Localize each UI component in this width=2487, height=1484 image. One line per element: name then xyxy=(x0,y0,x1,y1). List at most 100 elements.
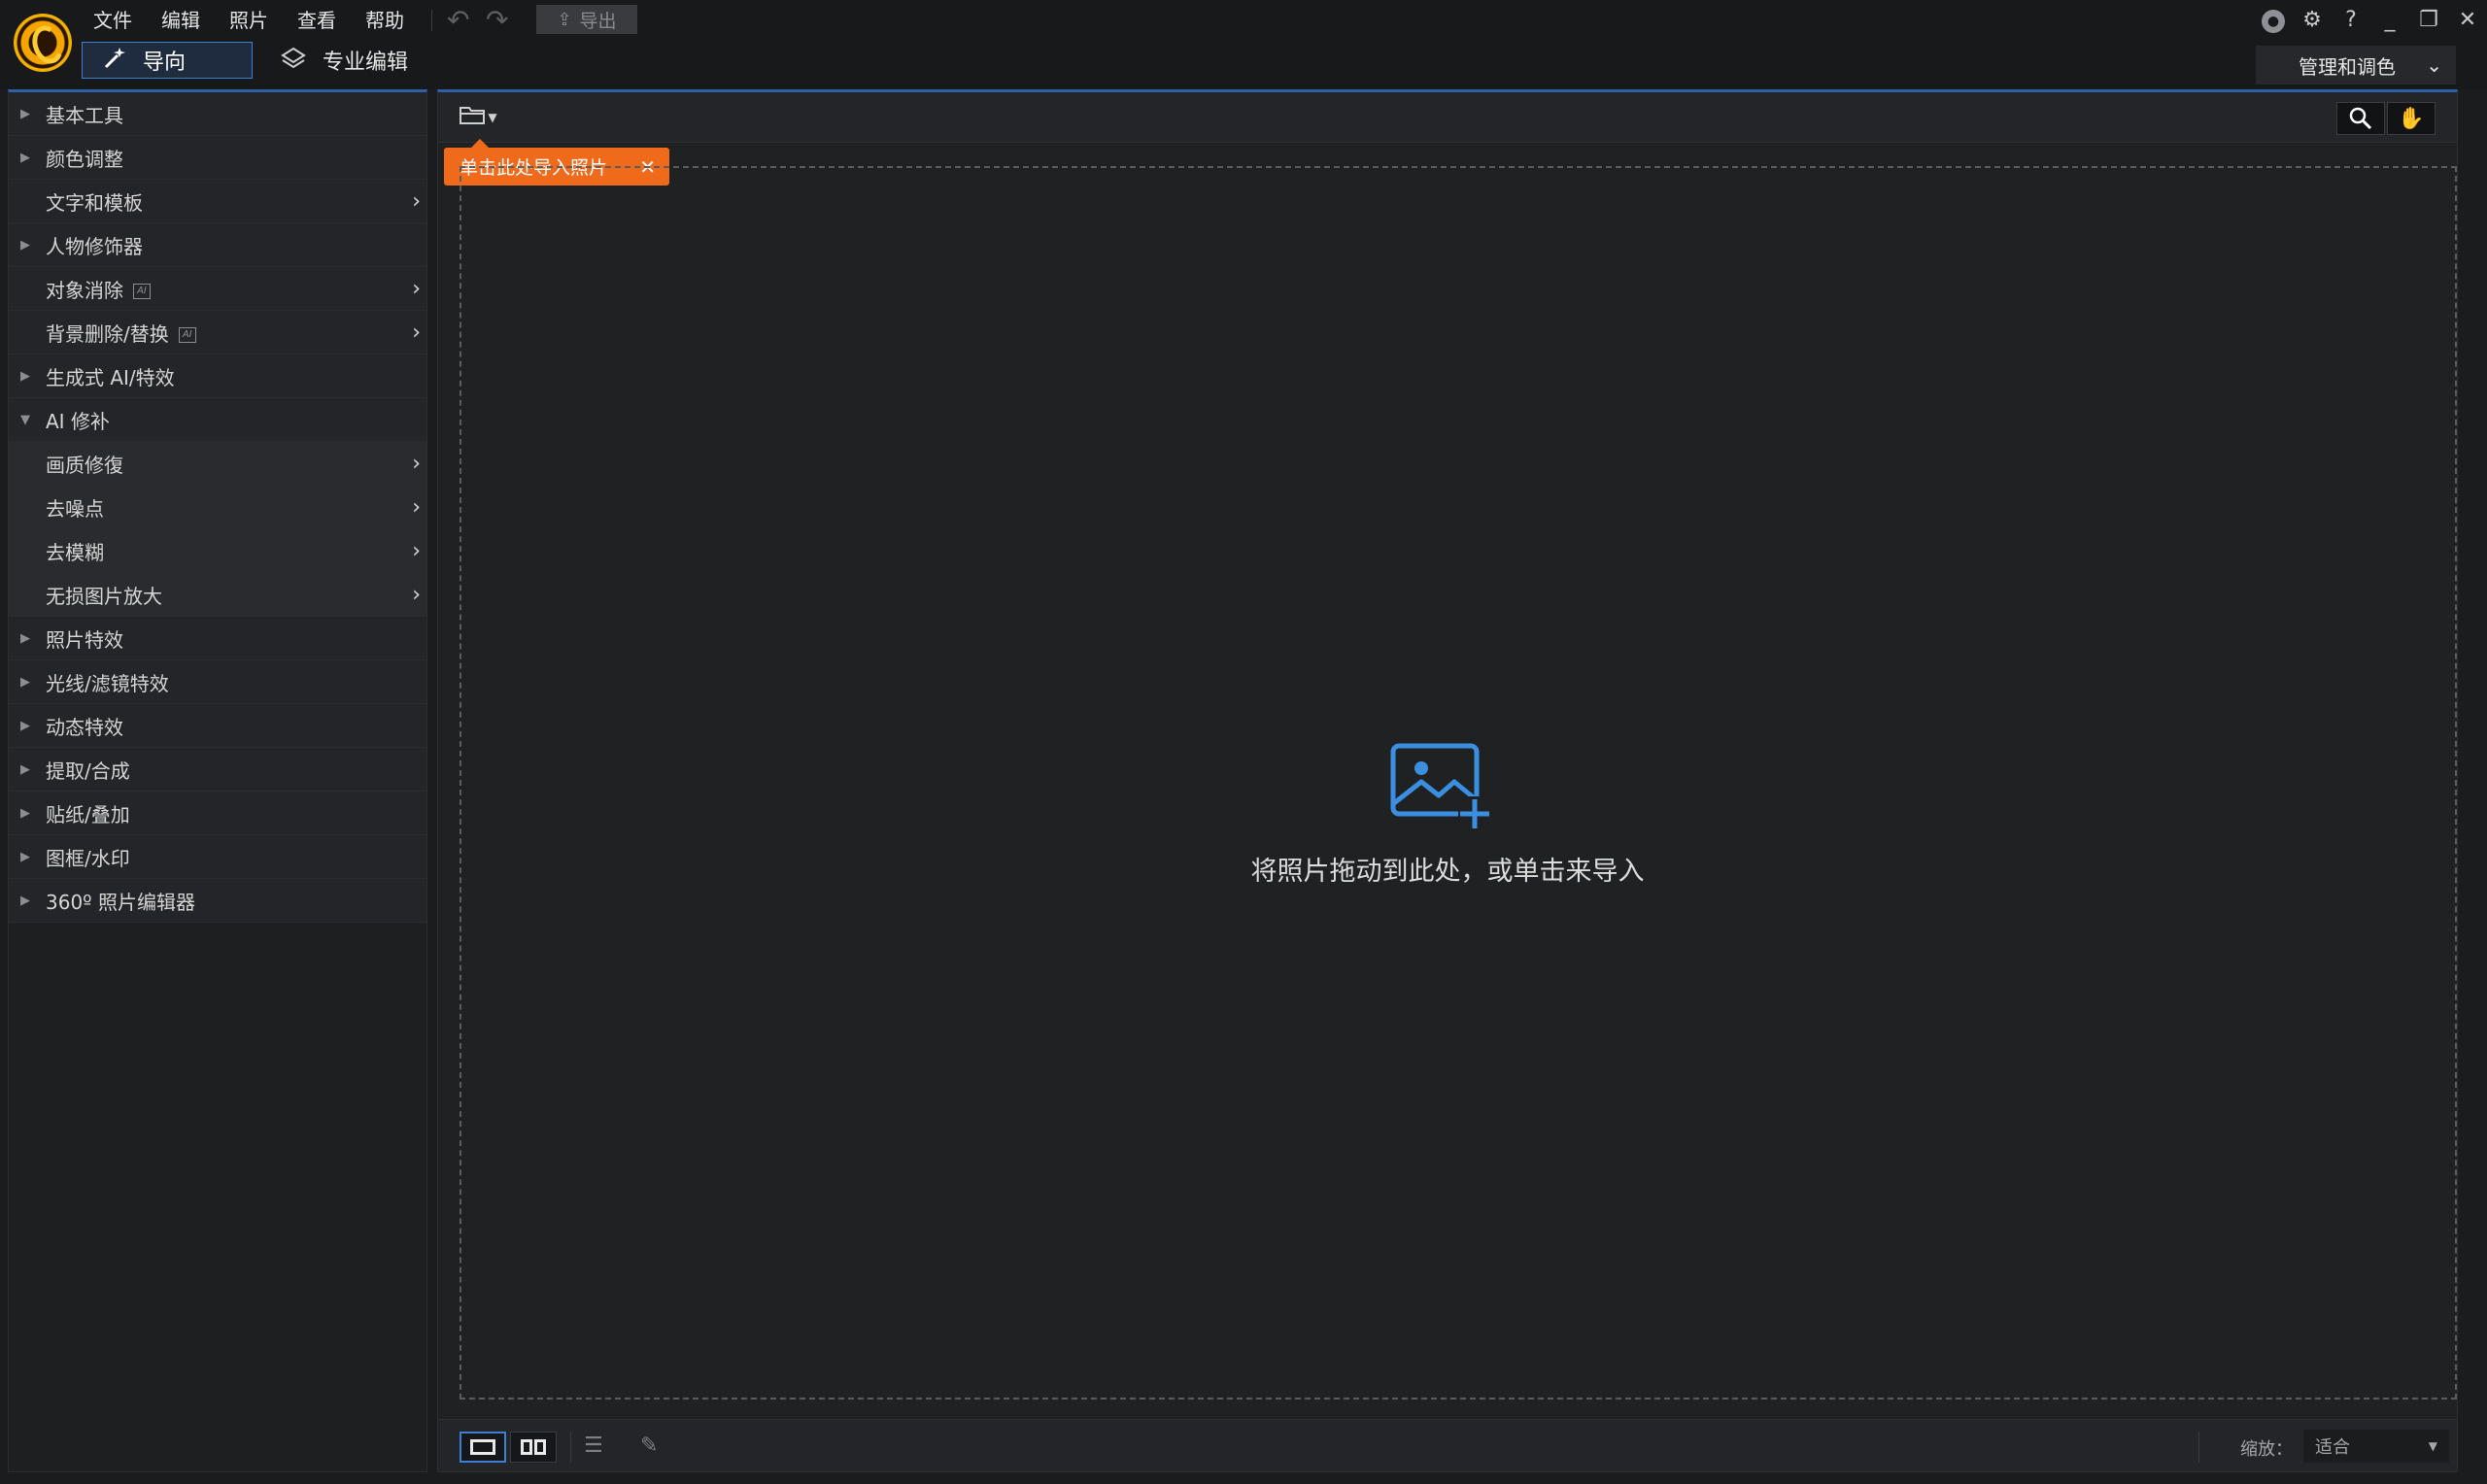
sidebar-item-extract-compose[interactable]: ▶ 提取/合成 xyxy=(9,748,426,792)
expand-triangle-icon: ▶ xyxy=(20,805,30,821)
restore-icon[interactable]: ❐ xyxy=(2409,8,2448,32)
expand-triangle-icon: ▶ xyxy=(20,761,30,777)
sidebar-item-label: 无损图片放大 xyxy=(46,584,162,608)
notification-icon[interactable]: ● xyxy=(2254,7,2293,33)
list-arrow-icon[interactable]: ☰ xyxy=(584,1433,603,1458)
bottom-separator xyxy=(2198,1432,2199,1463)
minimize-icon[interactable]: _ xyxy=(2370,8,2409,32)
expand-triangle-icon: ▶ xyxy=(20,674,30,690)
window-controls: ● ⚙ ? _ ❐ ✕ xyxy=(2254,0,2487,39)
single-view-button[interactable] xyxy=(460,1432,506,1463)
sidebar-subitem-upscale[interactable]: 无损图片放大 › xyxy=(9,573,426,617)
tab-pro-label: 专业编辑 xyxy=(323,51,409,75)
tab-guide-label: 导向 xyxy=(143,51,187,75)
bottom-separator xyxy=(570,1432,571,1463)
collapse-triangle-icon: ▼ xyxy=(20,412,30,427)
sidebar-item-stickers-overlay[interactable]: ▶ 贴纸/叠加 xyxy=(9,792,426,835)
compare-view-button[interactable] xyxy=(510,1432,557,1463)
chevron-right-icon: › xyxy=(412,451,421,476)
chevron-right-icon: › xyxy=(412,276,421,301)
sidebar-item-color-adjust[interactable]: ▶ 颜色调整 xyxy=(9,136,426,180)
gear-icon[interactable]: ⚙ xyxy=(2293,8,2332,32)
ai-badge-icon: AI xyxy=(133,284,151,299)
menu-file[interactable]: 文件 xyxy=(93,6,132,35)
caret-down-icon: ▼ xyxy=(488,111,497,124)
menu-bar: 文件 编辑 照片 查看 帮助 xyxy=(93,6,433,35)
sidebar-item-background-removal[interactable]: 背景删除/替换 AI › xyxy=(9,311,426,354)
sidebar-item-label: 去模糊 xyxy=(46,540,104,564)
sidebar-item-frames-watermark[interactable]: ▶ 图框/水印 xyxy=(9,835,426,879)
menu-view[interactable]: 查看 xyxy=(297,6,336,35)
expand-triangle-icon: ▶ xyxy=(20,237,30,253)
sidebar-item-people-retouch[interactable]: ▶ 人物修饰器 xyxy=(9,223,426,267)
sidebar-item-label: 照片特效 xyxy=(46,627,123,652)
folder-icon xyxy=(459,103,486,132)
add-image-icon[interactable] xyxy=(1390,743,1497,836)
magnifier-icon[interactable] xyxy=(2336,102,2385,135)
menu-help[interactable]: 帮助 xyxy=(365,6,404,35)
sidebar-item-label: 贴纸/叠加 xyxy=(46,802,130,826)
sidebar-subitem-quality-restore[interactable]: 画质修復 › xyxy=(9,442,426,486)
sidebar-item-photo-effects[interactable]: ▶ 照片特效 xyxy=(9,617,426,660)
sidebar-item-label: 人物修饰器 xyxy=(46,234,143,258)
hand-icon[interactable]: ✋ xyxy=(2387,102,2436,135)
export-label: 导出 xyxy=(579,10,617,32)
app-logo xyxy=(14,14,72,72)
sidebar-item-label: 去噪点 xyxy=(46,496,104,521)
main-canvas-panel: ▼ ✋ 单击此处导入照片 ✕ 将照片拖动到此处，或单击来导入 ☰ ✎ 缩放： 适… xyxy=(437,89,2458,1472)
sidebar-subitem-deblur[interactable]: 去模糊 › xyxy=(9,529,426,573)
zoom-value: 适合 xyxy=(2315,1437,2350,1458)
sidebar-subitem-denoise[interactable]: 去噪点 › xyxy=(9,486,426,529)
layers-icon xyxy=(280,46,307,75)
help-icon[interactable]: ? xyxy=(2332,8,2370,32)
chevron-down-icon: ⌄ xyxy=(2426,53,2442,77)
sidebar-item-label: 图框/水印 xyxy=(46,846,130,870)
sidebar-item-label: 颜色调整 xyxy=(46,147,123,171)
ai-badge-icon: AI xyxy=(178,327,196,343)
expand-triangle-icon: ▶ xyxy=(20,630,30,646)
sidebar-item-basic-tools[interactable]: ▶ 基本工具 xyxy=(9,92,426,136)
zoom-label: 缩放： xyxy=(2240,1439,2293,1460)
brush-icon[interactable]: ✎ xyxy=(640,1433,658,1458)
tab-guide[interactable]: 导向 xyxy=(82,42,253,79)
sidebar-item-object-removal[interactable]: 对象消除 AI › xyxy=(9,267,426,311)
manage-color-button[interactable]: 管理和调色 ⌄ xyxy=(2256,46,2456,84)
import-folder-button[interactable]: ▼ xyxy=(454,102,502,133)
sidebar-item-label: 基本工具 xyxy=(46,103,123,127)
menu-photo[interactable]: 照片 xyxy=(229,6,268,35)
expand-triangle-icon: ▶ xyxy=(20,150,30,165)
sidebar-item-label: 背景删除/替换 AI xyxy=(46,319,196,347)
manage-color-label: 管理和调色 xyxy=(2299,54,2396,79)
canvas-tool-group: ✋ xyxy=(2336,102,2436,135)
export-button[interactable]: ⇪ 导出 xyxy=(536,5,637,34)
sidebar-item-text-templates[interactable]: 文字和模板 › xyxy=(9,180,426,223)
menu-edit[interactable]: 编辑 xyxy=(161,6,200,35)
expand-triangle-icon: ▶ xyxy=(20,106,30,121)
chevron-right-icon: › xyxy=(412,320,421,345)
tab-pro-edit[interactable]: 专业编辑 xyxy=(280,42,408,79)
sidebar-item-label: 对象消除 AI xyxy=(46,275,151,303)
single-view-icon xyxy=(470,1439,495,1455)
close-icon[interactable]: ✕ xyxy=(2448,8,2487,32)
sidebar-item-label: 360º 照片编辑器 xyxy=(46,890,195,914)
undo-icon[interactable]: ↶ xyxy=(447,6,469,35)
sidebar-item-360-editor[interactable]: ▶ 360º 照片编辑器 xyxy=(9,879,426,923)
chevron-right-icon: › xyxy=(412,582,421,607)
expand-triangle-icon: ▶ xyxy=(20,718,30,733)
zoom-select[interactable]: 适合 ▼ xyxy=(2303,1430,2449,1463)
sidebar: ▶ 基本工具 ▶ 颜色调整 文字和模板 › ▶ 人物修饰器 对象消除 AI › 背… xyxy=(8,89,427,1472)
drop-instruction: 将照片拖动到此处，或单击来导入 xyxy=(1250,857,1645,887)
chevron-right-icon: › xyxy=(412,188,421,214)
menu-separator xyxy=(431,10,432,31)
canvas-toolbar: ▼ ✋ xyxy=(438,92,2457,143)
expand-triangle-icon: ▶ xyxy=(20,368,30,384)
redo-icon[interactable]: ↷ xyxy=(486,6,508,35)
sidebar-item-motion-effects[interactable]: ▶ 动态特效 xyxy=(9,704,426,748)
sidebar-item-label: 画质修復 xyxy=(46,453,123,477)
sidebar-item-label: 提取/合成 xyxy=(46,759,130,783)
sidebar-item-ai-repair[interactable]: ▼ AI 修补 xyxy=(9,398,426,442)
sidebar-item-light-filters[interactable]: ▶ 光线/滤镜特效 xyxy=(9,660,426,704)
sidebar-item-generative-ai[interactable]: ▶ 生成式 AI/特效 xyxy=(9,354,426,398)
expand-triangle-icon: ▶ xyxy=(20,893,30,908)
magic-wand-icon xyxy=(102,46,127,75)
